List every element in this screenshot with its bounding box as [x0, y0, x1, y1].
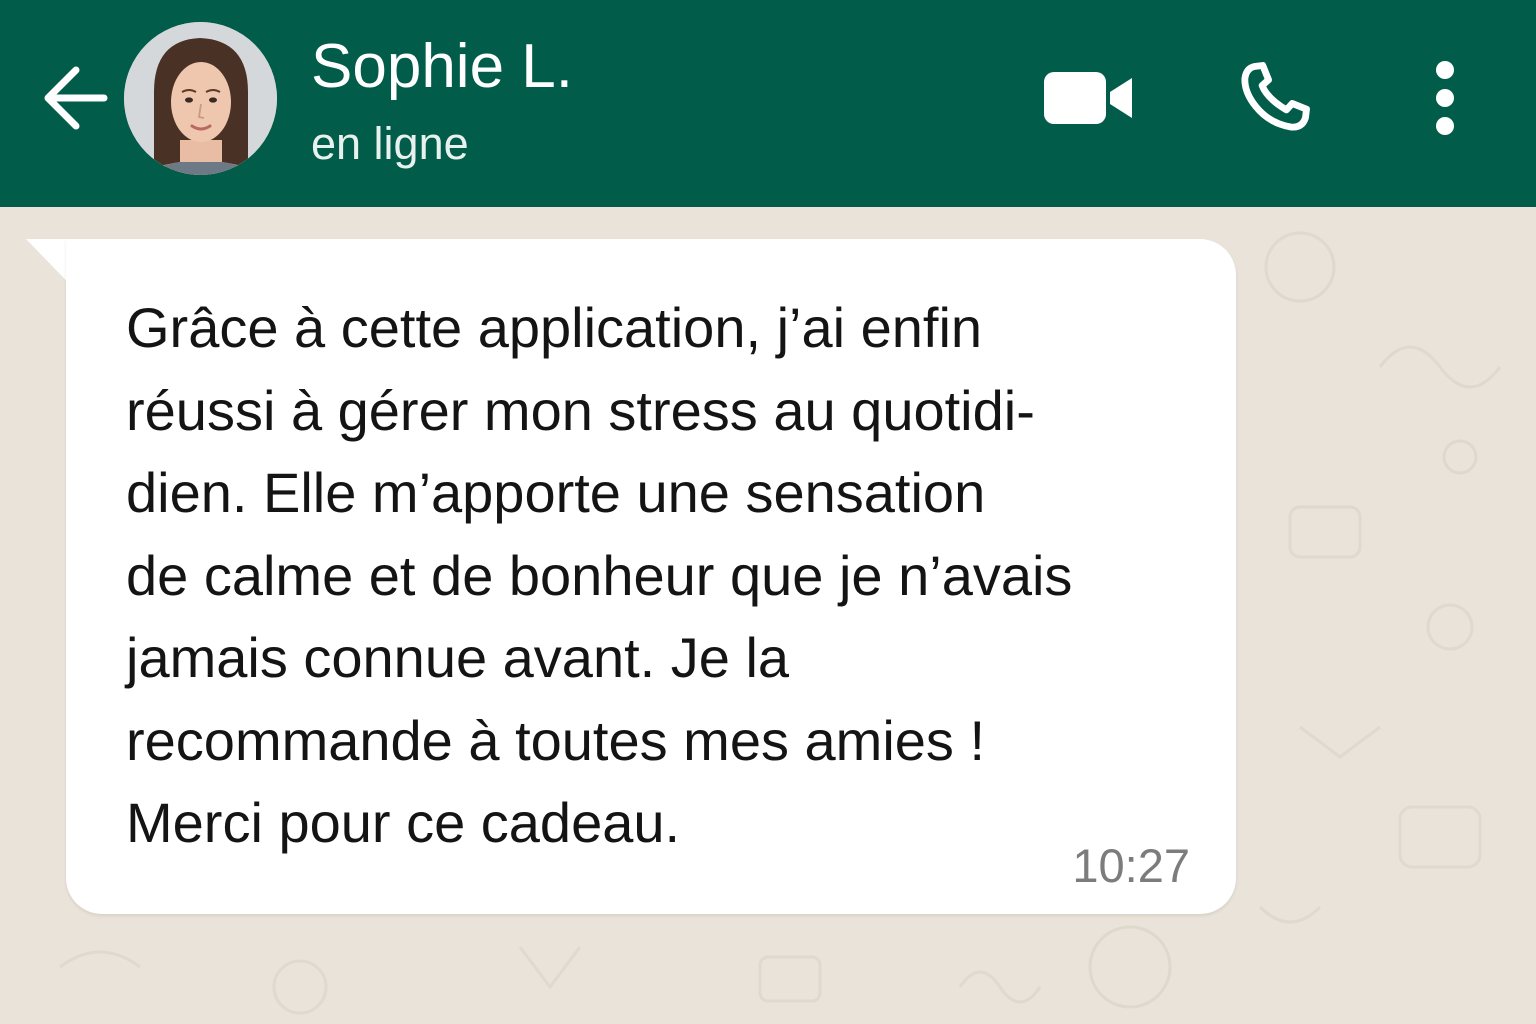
message-line: Grâce à cette application, j’ai enfin [126, 296, 983, 359]
voice-call-button[interactable] [1232, 54, 1318, 140]
video-call-button[interactable] [1040, 62, 1136, 132]
contact-name[interactable]: Sophie L. [311, 30, 573, 104]
message-line: de calme et de bonheur que je n’avais [126, 543, 1073, 607]
video-camera-icon [1044, 72, 1132, 124]
contact-avatar[interactable] [124, 22, 277, 175]
message-line: Merci pour ce cadeau. [126, 791, 681, 854]
more-vertical-icon [1436, 61, 1454, 135]
chat-header: Sophie L. en ligne [0, 0, 1536, 207]
contact-status: en ligne [311, 118, 469, 169]
message-line: recommande à toutes mes amies ! [126, 708, 986, 772]
avatar-photo [124, 22, 277, 175]
message-line: dien. Elle m’apporte une sensation [126, 461, 986, 524]
incoming-message-bubble[interactable]: Grâce à cette application, j’ai enfin ré… [66, 239, 1236, 914]
more-options-button[interactable] [1420, 56, 1470, 140]
message-line: réussi à gérer mon stress au quotidi- [126, 378, 1035, 442]
message-timestamp: 10:27 [1072, 839, 1190, 892]
phone-icon [1241, 62, 1310, 131]
message-line: jamais connue avant. Je la [126, 626, 790, 689]
back-button[interactable] [38, 62, 112, 134]
arrow-left-icon [44, 66, 108, 130]
message-text: Grâce à cette application, j’ai enfin ré… [126, 287, 1216, 865]
